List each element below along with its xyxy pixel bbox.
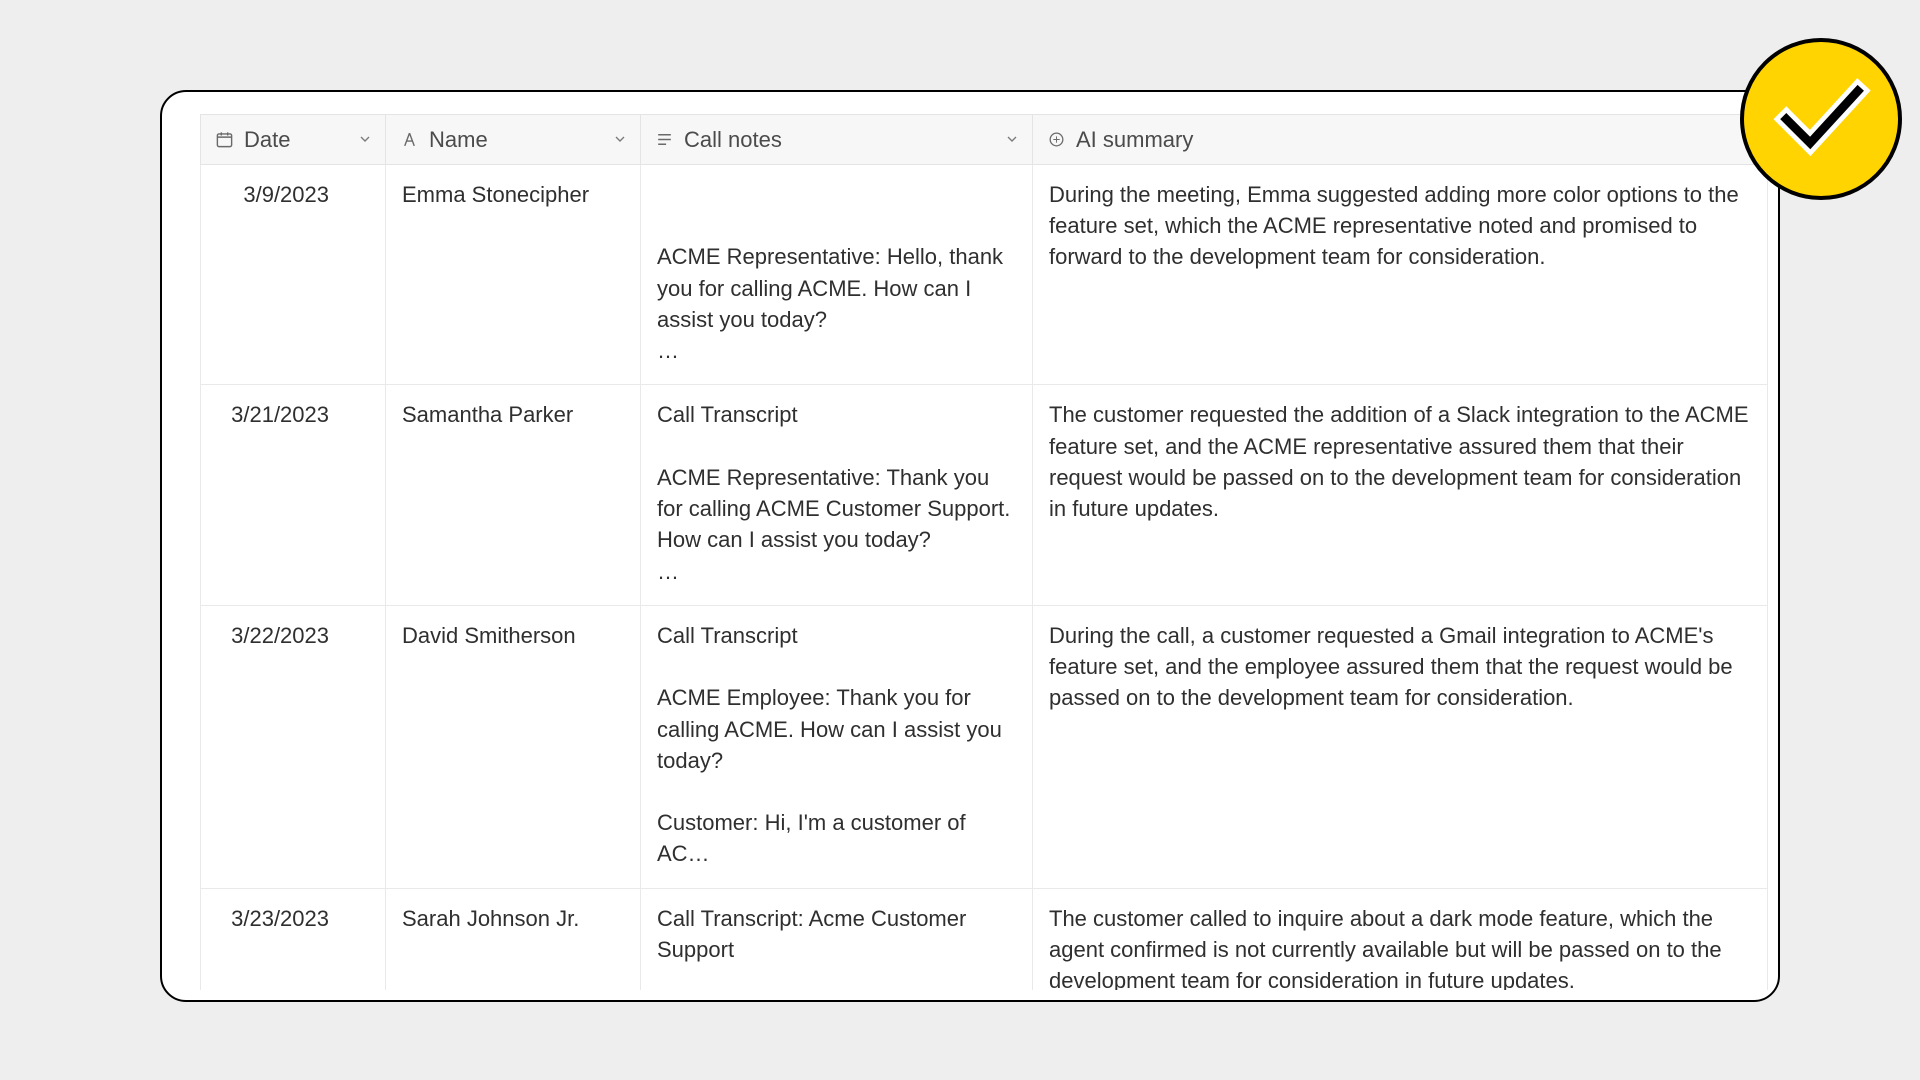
- calendar-icon: [215, 130, 234, 149]
- cell-name[interactable]: Sarah Johnson Jr.: [386, 888, 641, 990]
- cell-call-notes[interactable]: Call Transcript: Acme Customer Support C…: [641, 888, 1033, 990]
- column-header-name[interactable]: Name: [386, 115, 641, 165]
- table-row[interactable]: 3/23/2023 Sarah Johnson Jr. Call Transcr…: [201, 888, 1768, 990]
- column-header-call-notes[interactable]: Call notes: [641, 115, 1033, 165]
- cell-call-notes[interactable]: Call Transcript ACME Employee: Thank you…: [641, 605, 1033, 888]
- column-header-ai-summary[interactable]: AI summary: [1033, 115, 1768, 165]
- cell-ai-summary[interactable]: During the call, a customer requested a …: [1033, 605, 1768, 888]
- chevron-down-icon[interactable]: [357, 127, 373, 153]
- checkmark-icon: [1769, 65, 1873, 174]
- column-header-call-notes-label: Call notes: [684, 127, 782, 153]
- table-header-row: Date Name: [201, 115, 1768, 165]
- cell-ai-summary[interactable]: The customer requested the addition of a…: [1033, 385, 1768, 605]
- call-log-table: Date Name: [200, 114, 1768, 990]
- chevron-down-icon[interactable]: [612, 127, 628, 153]
- table-row[interactable]: 3/22/2023 David Smitherson Call Transcri…: [201, 605, 1768, 888]
- cell-ai-summary[interactable]: The customer called to inquire about a d…: [1033, 888, 1768, 990]
- notes-icon: [655, 130, 674, 149]
- text-type-icon: [400, 130, 419, 149]
- cell-date[interactable]: 3/22/2023: [201, 605, 386, 888]
- column-header-name-label: Name: [429, 127, 488, 153]
- cell-date[interactable]: 3/21/2023: [201, 385, 386, 605]
- cell-date[interactable]: 3/23/2023: [201, 888, 386, 990]
- table-row[interactable]: 3/9/2023 Emma Stonecipher ACME Represent…: [201, 165, 1768, 385]
- cell-call-notes[interactable]: ACME Representative: Hello, thank you fo…: [641, 165, 1033, 385]
- chevron-down-icon[interactable]: [1004, 127, 1020, 153]
- column-header-date-label: Date: [244, 127, 290, 153]
- cell-date[interactable]: 3/9/2023: [201, 165, 386, 385]
- cell-name[interactable]: Emma Stonecipher: [386, 165, 641, 385]
- table-card: Date Name: [160, 90, 1780, 1002]
- cell-ai-summary[interactable]: During the meeting, Emma suggested addin…: [1033, 165, 1768, 385]
- cell-name[interactable]: David Smitherson: [386, 605, 641, 888]
- table-wrap: Date Name: [200, 114, 1768, 990]
- column-header-date[interactable]: Date: [201, 115, 386, 165]
- table-row[interactable]: 3/21/2023 Samantha Parker Call Transcrip…: [201, 385, 1768, 605]
- sparkle-icon: [1047, 130, 1066, 149]
- cell-name[interactable]: Samantha Parker: [386, 385, 641, 605]
- cell-call-notes[interactable]: Call Transcript ACME Representative: Tha…: [641, 385, 1033, 605]
- approved-badge: [1740, 38, 1902, 200]
- column-header-ai-summary-label: AI summary: [1076, 127, 1193, 153]
